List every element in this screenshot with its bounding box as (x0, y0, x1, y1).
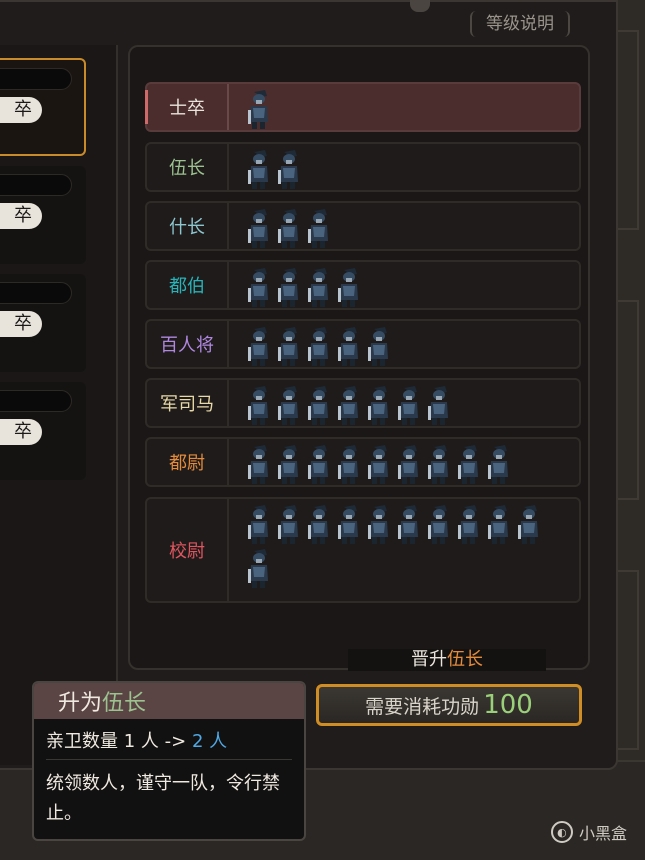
rank-name: 百人将 (147, 321, 229, 367)
rank-name: 军司马 (147, 380, 229, 426)
soldier-icon (248, 90, 268, 129)
soldier-icon (428, 505, 448, 544)
soldier-icon (248, 327, 268, 366)
rank-row[interactable]: 伍长 (145, 142, 581, 192)
promotion-target-rank: 伍长 (447, 649, 483, 670)
tooltip-divider (46, 759, 292, 760)
guard-figures (245, 443, 569, 487)
rank-name: 都尉 (147, 439, 229, 485)
soldier-icon (428, 386, 448, 425)
rank-row[interactable]: 校尉 (145, 497, 581, 603)
unit-list: 卒卒卒卒 (0, 45, 118, 765)
promotion-title: 晋升伍长 (348, 649, 546, 671)
rank-row[interactable]: 都伯 (145, 260, 581, 310)
rank-name: 校尉 (147, 499, 229, 601)
rank-row[interactable]: 什长 (145, 201, 581, 251)
unit-rank-pill: 卒 (0, 203, 42, 229)
rank-name: 士卒 (147, 84, 229, 130)
soldier-icon (278, 445, 298, 484)
guard-figures (245, 325, 569, 369)
unit-card[interactable]: 卒 (0, 166, 86, 264)
soldier-icon (338, 386, 358, 425)
unit-name-bar (0, 390, 72, 412)
soldier-icon (308, 445, 328, 484)
guard-figures (245, 207, 569, 251)
soldier-icon (248, 150, 268, 189)
tooltip-description: 统领数人，谨守一队，令行禁止。 (46, 773, 280, 824)
unit-rank-pill: 卒 (0, 97, 42, 123)
cost-label: 需要消耗功勋 (365, 695, 480, 718)
soldier-icon (248, 549, 268, 588)
cost-value: 100 (483, 690, 533, 720)
soldier-icon (368, 327, 388, 366)
rank-panel: 士卒 伍长 什长 都伯 百人将 军司马 都尉 校尉 (128, 45, 590, 670)
panel-knob (410, 0, 430, 12)
rank-name: 伍长 (147, 144, 229, 190)
rank-name: 都伯 (147, 262, 229, 308)
watermark: ◐ 小黑盒 (550, 820, 627, 844)
level-help-button[interactable]: 等级说明 (470, 11, 570, 37)
rank-row[interactable]: 士卒 (145, 82, 581, 132)
rank-name: 什长 (147, 203, 229, 249)
soldier-icon (248, 505, 268, 544)
soldier-icon (368, 445, 388, 484)
unit-name-bar (0, 174, 72, 196)
soldier-icon (488, 505, 508, 544)
soldier-icon (518, 505, 538, 544)
rank-row[interactable]: 百人将 (145, 319, 581, 369)
guard-figures (245, 88, 569, 132)
soldier-icon (278, 505, 298, 544)
unit-rank-pill: 卒 (0, 419, 42, 445)
soldier-icon (308, 505, 328, 544)
soldier-icon (458, 445, 478, 484)
tooltip-title: 升为 伍长 (34, 683, 304, 719)
soldier-icon (278, 386, 298, 425)
soldier-icon (248, 386, 268, 425)
promotion-tooltip: 升为 伍长 亲卫数量 1 人 -> 2 人 统领数人，谨守一队，令行禁止。 (32, 681, 306, 841)
soldier-icon (338, 505, 358, 544)
soldier-icon (338, 268, 358, 307)
soldier-icon (428, 445, 448, 484)
soldier-icon (248, 268, 268, 307)
unit-name-bar (0, 68, 72, 90)
soldier-icon (458, 505, 478, 544)
soldier-icon (488, 445, 508, 484)
soldier-icon (398, 445, 418, 484)
soldier-icon (278, 268, 298, 307)
soldier-icon (278, 150, 298, 189)
guard-figures (245, 503, 569, 591)
unit-card[interactable]: 卒 (0, 382, 86, 480)
unit-name-bar (0, 282, 72, 304)
unit-rank-pill: 卒 (0, 311, 42, 337)
soldier-icon (338, 327, 358, 366)
soldier-icon (248, 209, 268, 248)
soldier-icon (278, 327, 298, 366)
unit-card[interactable]: 卒 (0, 274, 86, 372)
unit-card[interactable]: 卒 (0, 58, 86, 156)
guard-figures (245, 148, 569, 192)
soldier-icon (398, 386, 418, 425)
soldier-icon (308, 327, 328, 366)
guard-count-text: 亲卫数量 1 人 -> 2 人 (46, 731, 228, 752)
soldier-icon (368, 386, 388, 425)
soldier-icon (308, 268, 328, 307)
rank-row[interactable]: 军司马 (145, 378, 581, 428)
rank-row[interactable]: 都尉 (145, 437, 581, 487)
soldier-icon (278, 209, 298, 248)
soldier-icon (308, 386, 328, 425)
soldier-icon (248, 445, 268, 484)
soldier-icon (398, 505, 418, 544)
guard-figures (245, 384, 569, 428)
soldier-icon (368, 505, 388, 544)
soldier-icon (338, 445, 358, 484)
heybox-logo-icon: ◐ (550, 821, 573, 843)
soldier-icon (308, 209, 328, 248)
guard-figures (245, 266, 569, 310)
promote-button[interactable]: 需要消耗功勋 100 (316, 684, 582, 726)
